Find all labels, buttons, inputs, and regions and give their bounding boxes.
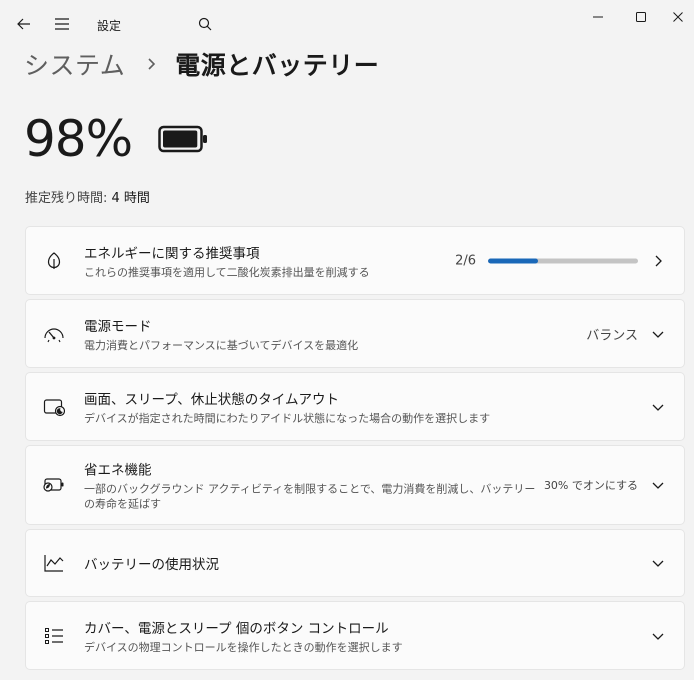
settings-list: エネルギーに関する推奨事項 これらの推奨事項を適用して二酸化炭素排出量を削減する…: [25, 226, 685, 674]
chevron-right-icon: [148, 58, 156, 70]
card-title: カバー、電源とスリープ 個のボタン コントロール: [84, 620, 389, 637]
chevron-down-icon[interactable]: [650, 326, 666, 342]
card-title: 画面、スリープ、休止状態のタイムアウト: [84, 391, 340, 408]
chevron-down-icon[interactable]: [650, 477, 666, 493]
card-title: 電源モード: [84, 318, 152, 335]
screen-sleep-timeout-card[interactable]: 画面、スリープ、休止状態のタイムアウト デバイスが指定された時間にわたりアイドル…: [25, 372, 685, 441]
menu-button[interactable]: [48, 8, 76, 40]
power-mode-card[interactable]: 電源モード 電力消費とパフォーマンスに基づいてデバイスを最適化 バランス: [25, 299, 685, 368]
breadcrumb-separator: [139, 52, 165, 76]
estimate-value: 4 時間: [111, 191, 150, 206]
card-subtitle: デバイスが指定された時間にわたりアイドル状態になった場合の動作を選択します: [84, 411, 491, 425]
screen-sleep-icon: [42, 395, 66, 419]
progress-count: 2/6: [455, 253, 476, 268]
search-button[interactable]: [193, 8, 217, 40]
app-title: 設定: [97, 19, 122, 33]
chevron-down-icon[interactable]: [650, 555, 666, 571]
maximize-button[interactable]: [618, 0, 664, 34]
card-subtitle: 一部のバックグラウンド アクティビティを制限することで、電力消費を削減し、バッテ…: [84, 482, 536, 511]
lid-power-buttons-card[interactable]: カバー、電源とスリープ 個のボタン コントロール デバイスの物理コントロールを操…: [25, 601, 685, 670]
card-subtitle: 電力消費とパフォーマンスに基づいてデバイスを最適化: [84, 338, 359, 352]
battery-icon: [158, 125, 208, 157]
chevron-right-icon: [650, 253, 666, 269]
breadcrumb-parent[interactable]: システム: [24, 46, 125, 82]
battery-saver-icon: [42, 473, 66, 497]
estimate-label: 推定残り時間:: [25, 191, 108, 206]
back-arrow-icon: [17, 18, 30, 30]
battery-status: 98%: [24, 110, 208, 168]
battery-usage-card[interactable]: バッテリーの使用状況: [25, 529, 685, 597]
recommendations-progress: 2/6: [455, 253, 638, 268]
maximize-icon: [636, 12, 646, 22]
card-title: バッテリーの使用状況: [84, 557, 219, 573]
chevron-down-icon[interactable]: [650, 399, 666, 415]
power-mode-value[interactable]: バランス: [586, 324, 638, 343]
minimize-icon: [593, 16, 603, 18]
card-subtitle: デバイスの物理コントロールを操作したときの動作を選択します: [84, 640, 403, 654]
page-title: 電源とバッテリー: [175, 51, 380, 80]
hamburger-menu-icon: [55, 18, 69, 30]
back-button[interactable]: [10, 8, 38, 40]
chart-line-icon: [42, 551, 66, 575]
minimize-button[interactable]: [575, 0, 621, 34]
list-icon: [42, 624, 66, 648]
energy-recommendations-card[interactable]: エネルギーに関する推奨事項 これらの推奨事項を適用して二酸化炭素排出量を削減する…: [25, 226, 685, 295]
search-icon: [198, 17, 212, 31]
gauge-icon: [42, 322, 66, 346]
progress-bar-fill: [488, 258, 538, 263]
battery-percent: 98%: [24, 110, 133, 168]
energy-saver-card[interactable]: 省エネ機能 一部のバックグラウンド アクティビティを制限することで、電力消費を削…: [25, 445, 685, 525]
card-title: 省エネ機能: [84, 462, 152, 479]
progress-bar: [488, 258, 638, 263]
battery-estimate: 推定残り時間: 4 時間: [25, 187, 150, 206]
leaf-icon: [42, 249, 66, 273]
close-button[interactable]: [661, 0, 694, 34]
breadcrumb: システム 電源とバッテリー: [24, 46, 379, 82]
energy-saver-value[interactable]: 30% でオンにする: [544, 477, 638, 493]
close-icon: [672, 12, 683, 22]
title-bar: 設定: [0, 0, 694, 48]
chevron-down-icon[interactable]: [650, 628, 666, 644]
